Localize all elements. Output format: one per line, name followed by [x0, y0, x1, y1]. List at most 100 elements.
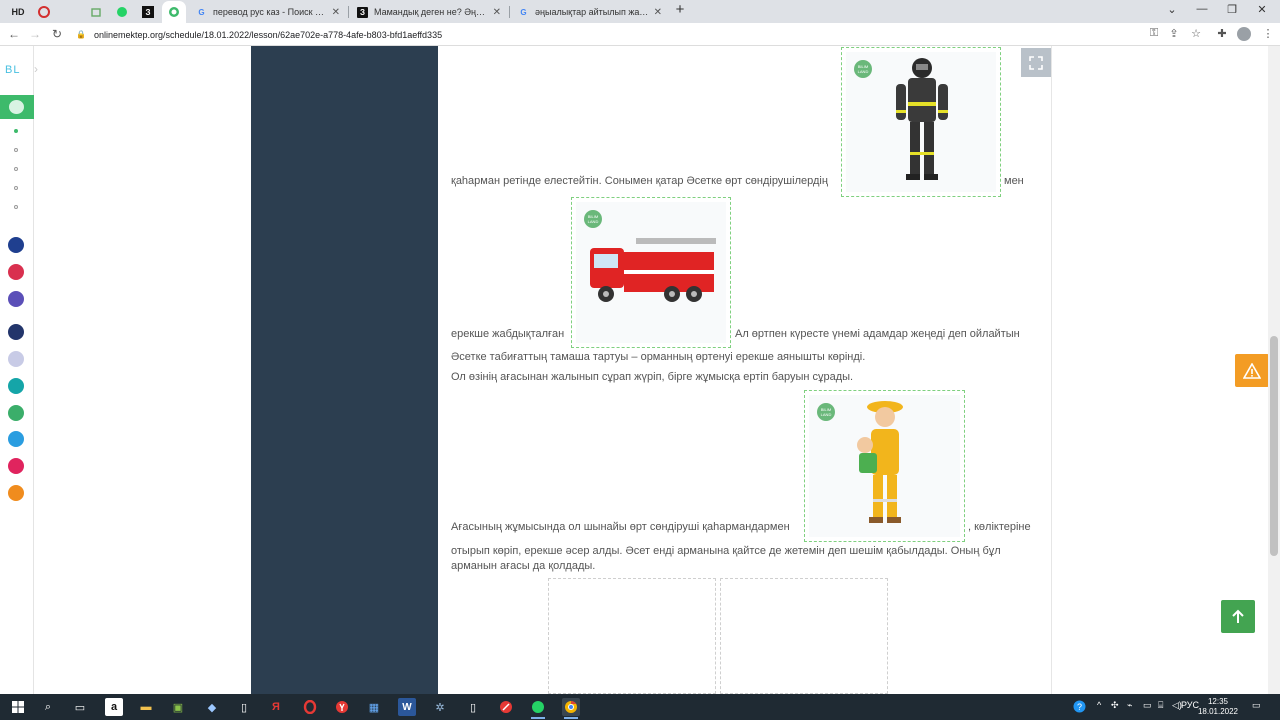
story-line-2: ерекше жабдықталған: [451, 328, 565, 340]
rescuer-image-card[interactable]: BILIM LAND: [804, 390, 965, 542]
menu-icon[interactable]: ⋮: [1260, 27, 1276, 40]
chrome-icon: [565, 701, 577, 713]
arrow-up-icon: [1232, 609, 1244, 623]
bilimland-logo[interactable]: BL: [5, 64, 20, 76]
report-problem-button[interactable]: [1235, 354, 1269, 387]
dropbox-tray-icon[interactable]: ✣: [1111, 700, 1119, 711]
firefighter-image-card[interactable]: BILIM LAND: [841, 47, 1001, 197]
forward-icon[interactable]: →: [27, 27, 43, 41]
story-line-1-tail: мен: [1004, 175, 1024, 187]
browser-tab-strip: HD З G перевод рус каз - Поиск в Goog… ✕…: [0, 0, 1280, 23]
app-icon-7[interactable]: [8, 405, 24, 421]
app-icon-8[interactable]: [8, 431, 24, 447]
pinned-tab-hd[interactable]: HD: [6, 3, 30, 21]
word-icon[interactable]: W: [398, 698, 416, 716]
url-field[interactable]: 🔒 onlinemektep.org/schedule/18.01.2022/l…: [76, 26, 1156, 43]
z-icon: З: [357, 6, 368, 18]
settings-app-icon[interactable]: ✲: [431, 698, 449, 716]
search-icon[interactable]: ⌕: [39, 698, 57, 716]
lock-icon: 🔒: [76, 30, 86, 39]
help-icon[interactable]: ?: [1073, 700, 1086, 715]
task-view-icon[interactable]: ▭: [71, 698, 89, 716]
share-icon[interactable]: ⇪: [1166, 27, 1182, 40]
app-icon-5[interactable]: [8, 351, 24, 367]
tab-title: Мамандық деген не? Әңгімеде…: [374, 7, 488, 17]
document-icon[interactable]: ▯: [235, 698, 253, 716]
tab-zhanalyktar[interactable]: G әңыалықтар айтылып жатыр. Кер… ✕: [510, 1, 670, 23]
calculator-icon[interactable]: ▦: [365, 698, 383, 716]
app-icon-6[interactable]: [8, 378, 24, 394]
step-dot-1[interactable]: [14, 129, 18, 133]
chevron-right-icon[interactable]: ›: [34, 62, 38, 76]
file-explorer-icon[interactable]: ▬: [137, 698, 155, 716]
step-dot-5[interactable]: [14, 205, 18, 209]
yandex-browser-icon[interactable]: [333, 698, 351, 716]
chrome-taskbar-icon[interactable]: [562, 698, 580, 719]
profile-avatar[interactable]: [1237, 27, 1251, 41]
lesson-icon: [9, 100, 24, 114]
drop-slot-1[interactable]: [548, 578, 716, 694]
battery-icon[interactable]: ▭: [1143, 700, 1152, 711]
app-icon-9[interactable]: [8, 458, 24, 474]
active-lesson-item[interactable]: [0, 95, 34, 119]
step-dot-3[interactable]: [14, 167, 18, 171]
pinned-tab-opera[interactable]: [32, 3, 56, 21]
pinned-tab-z[interactable]: З: [136, 3, 160, 21]
system-clock[interactable]: 12:35 18.01.2022: [1196, 697, 1240, 717]
app-icon-3[interactable]: [8, 291, 24, 307]
step-dot-4[interactable]: [14, 186, 18, 190]
new-tab-button[interactable]: +: [670, 1, 690, 18]
firetruck-image-card[interactable]: BILIM LAND: [571, 197, 731, 348]
extensions-icon[interactable]: ✚: [1214, 27, 1230, 40]
restore-icon[interactable]: ❐: [1222, 3, 1242, 16]
yandex-icon[interactable]: Я: [267, 698, 285, 716]
pinned-tab-blank[interactable]: [58, 3, 82, 21]
drop-slot-2[interactable]: [720, 578, 888, 694]
page-scrollbar[interactable]: [1268, 46, 1280, 694]
key-icon[interactable]: ⚿: [1146, 27, 1162, 40]
store-icon[interactable]: ▣: [169, 698, 187, 716]
amazon-icon[interactable]: a: [105, 698, 123, 716]
opera-gx-icon[interactable]: [497, 698, 515, 716]
story-line-5-tail: , көліктеріне: [968, 521, 1031, 533]
fullscreen-button[interactable]: [1021, 48, 1051, 77]
app-icon-4[interactable]: [8, 324, 24, 340]
bilimland-badge: BILIM LAND: [817, 403, 835, 421]
notepad-icon[interactable]: ▯: [464, 698, 482, 716]
scrollbar-thumb[interactable]: [1270, 336, 1278, 556]
close-icon[interactable]: ✕: [332, 7, 340, 18]
story-line-2-tail: Ал өртпен күресте үнемі адамдар жеңеді д…: [735, 328, 1020, 340]
back-icon[interactable]: ←: [6, 27, 22, 41]
usb-icon[interactable]: ⌁: [1127, 700, 1132, 711]
opera-taskbar-icon[interactable]: [301, 698, 319, 716]
notifications-icon[interactable]: ▭: [1252, 700, 1261, 711]
pinned-tab-puzzle[interactable]: [84, 3, 108, 21]
app-icon-2[interactable]: [8, 264, 24, 280]
app-icon-10[interactable]: [8, 485, 24, 501]
tab-mamandyk[interactable]: З Мамандық деген не? Әңгімеде… ✕: [349, 1, 509, 23]
yandex-browser-icon-svg: [336, 701, 348, 713]
scroll-to-top-button[interactable]: [1221, 600, 1255, 633]
reload-icon[interactable]: ↻: [49, 27, 65, 41]
dark-side-panel: [251, 46, 438, 694]
step-dot-2[interactable]: [14, 148, 18, 152]
star-icon[interactable]: ☆: [1188, 27, 1204, 40]
clock-date: 18.01.2022: [1197, 707, 1239, 716]
expand-icon: [1029, 55, 1043, 70]
minimize-icon[interactable]: —: [1192, 3, 1212, 15]
windows-start-icon[interactable]: [9, 698, 27, 716]
whatsapp-taskbar-icon[interactable]: [529, 698, 547, 719]
help-circle-icon: ?: [1073, 700, 1086, 713]
network-icon[interactable]: ⌸: [1158, 700, 1163, 711]
tab-active-bilimland[interactable]: [162, 1, 186, 23]
pinned-tab-whatsapp[interactable]: [110, 3, 134, 21]
google-icon: G: [198, 7, 205, 17]
close-window-icon[interactable]: ✕: [1252, 3, 1272, 16]
app-icon-1[interactable]: [8, 237, 24, 253]
close-icon[interactable]: ✕: [654, 7, 662, 18]
tray-expand-icon[interactable]: ^: [1097, 700, 1101, 710]
dropbox-icon[interactable]: ◆: [203, 698, 221, 716]
tab-google-translate[interactable]: G перевод рус каз - Поиск в Goog… ✕: [188, 1, 348, 23]
close-icon[interactable]: ✕: [493, 7, 501, 18]
tab-search-icon[interactable]: ⌄: [1162, 3, 1182, 16]
